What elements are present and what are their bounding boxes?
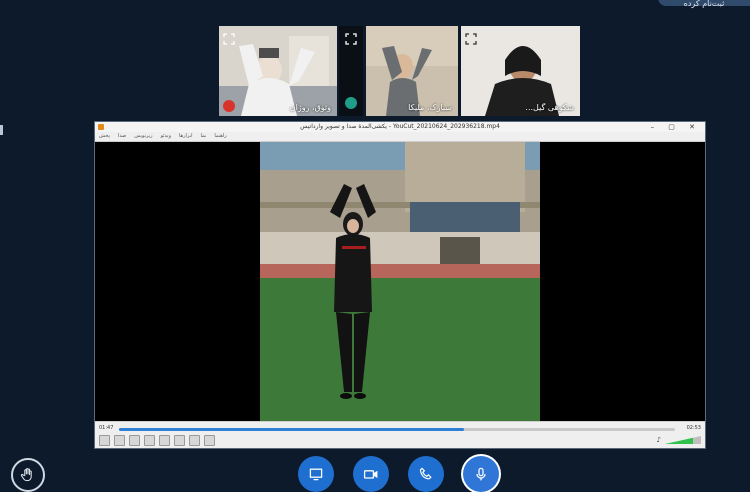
stop-button[interactable] <box>129 435 140 446</box>
previous-button[interactable] <box>114 435 125 446</box>
raise-hand-button[interactable] <box>11 458 45 492</box>
expand-icon[interactable] <box>465 30 477 45</box>
video-frame <box>260 142 540 422</box>
fullscreen-button[interactable] <box>159 435 170 446</box>
video-area[interactable] <box>95 142 705 422</box>
participant-tile[interactable]: وثوق، روژان <box>219 26 337 116</box>
menu-item[interactable]: پخش <box>99 132 110 141</box>
headphones-icon <box>345 97 357 109</box>
menu-item[interactable]: نما <box>201 132 207 141</box>
status-chip-text: ثبت‌نام کرده <box>683 0 725 8</box>
speaker-icon[interactable]: ♪ <box>657 436 661 444</box>
phone-button[interactable] <box>408 456 444 492</box>
menu-item[interactable]: زیرنویس <box>134 132 152 141</box>
media-player-window[interactable]: یکشی‌المدة صدا و تصویر وارداتیس - YouCut… <box>94 121 706 449</box>
player-title: یکشی‌المدة صدا و تصویر وارداتیس - YouCut… <box>300 123 500 130</box>
participant-name: شکوهی گیل... <box>525 103 574 112</box>
window-controls[interactable]: – ▢ ✕ <box>651 122 701 132</box>
menu-item[interactable]: راهنما <box>214 132 226 141</box>
status-chip: ثبت‌نام کرده <box>658 0 750 8</box>
expand-icon[interactable] <box>223 30 235 45</box>
seek-bar[interactable] <box>119 428 675 431</box>
elapsed-time: 01:47 <box>99 425 114 431</box>
hand-icon <box>20 468 32 482</box>
shuffle-button[interactable] <box>204 435 215 446</box>
menu-item[interactable]: صدا <box>118 132 126 141</box>
screen-share-button[interactable] <box>298 456 334 492</box>
side-edge-marker <box>0 125 3 135</box>
control-buttons[interactable] <box>99 435 215 446</box>
volume-slider[interactable] <box>665 436 701 444</box>
participant-name: سبارک، ملیکا <box>408 103 452 112</box>
expand-icon[interactable] <box>345 30 357 45</box>
player-logo-icon <box>98 124 104 130</box>
total-time: 02:53 <box>686 425 701 431</box>
player-titlebar[interactable]: یکشی‌المدة صدا و تصویر وارداتیس - YouCut… <box>95 122 705 132</box>
menu-item[interactable]: ابزارها <box>179 132 193 141</box>
player-menubar[interactable]: پخش صدا زیرنویس ویدئو ابزارها نما راهنما <box>95 132 705 142</box>
participant-name: وثوق، روژان <box>289 103 331 112</box>
microphone-button[interactable] <box>463 456 499 492</box>
loop-button[interactable] <box>189 435 200 446</box>
playlist-button[interactable] <box>174 435 185 446</box>
next-button[interactable] <box>144 435 155 446</box>
participant-tile[interactable]: سبارک، ملیکا <box>366 26 458 116</box>
muted-mic-icon <box>223 100 235 112</box>
playback-controls[interactable]: 01:47 02:53 ♪ <box>95 421 705 448</box>
seek-bar-fill <box>119 428 464 431</box>
menu-item[interactable]: ویدئو <box>161 132 171 141</box>
participant-tile-active[interactable]: شکوهی گیل... <box>461 26 580 116</box>
pause-button[interactable] <box>99 435 110 446</box>
video-button[interactable] <box>353 456 389 492</box>
